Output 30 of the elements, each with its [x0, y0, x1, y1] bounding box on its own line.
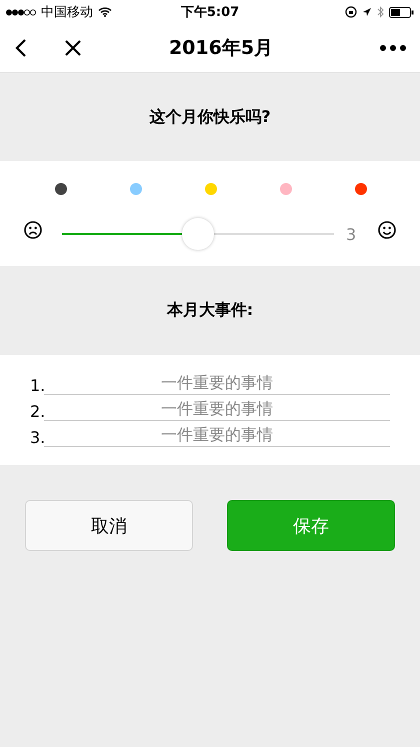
- signal-icon: [6, 8, 36, 16]
- status-time: 下午5:07: [180, 4, 240, 21]
- smiley-icon: [378, 221, 396, 239]
- question-text: 这个月你快乐吗?: [149, 106, 271, 128]
- close-icon: [64, 39, 82, 57]
- slider-value: 3: [346, 224, 358, 244]
- location-icon: [362, 7, 372, 17]
- carrier-name: 中国移动: [41, 4, 93, 21]
- color-dot[interactable]: [55, 183, 67, 195]
- rotation-lock-icon: [345, 6, 357, 18]
- list-number: 3.: [30, 428, 44, 447]
- section-title: 本月大事件:: [166, 300, 254, 321]
- list-number: 2.: [30, 402, 44, 421]
- nav-title: 2016年5月: [168, 36, 274, 61]
- more-icon: [380, 45, 406, 51]
- bluetooth-icon: [377, 6, 384, 18]
- event-input[interactable]: 一件重要的事情: [44, 399, 390, 421]
- event-input[interactable]: 一件重要的事情: [44, 373, 390, 395]
- wifi-icon: [98, 7, 112, 17]
- sad-face-icon: [24, 221, 42, 239]
- cancel-button[interactable]: 取消: [25, 500, 193, 551]
- color-dot[interactable]: [280, 183, 292, 195]
- color-dot[interactable]: [130, 183, 142, 195]
- color-dot[interactable]: [205, 183, 217, 195]
- list-number: 1.: [30, 376, 44, 395]
- mood-slider[interactable]: [62, 217, 334, 251]
- battery-icon: [389, 6, 414, 18]
- event-input[interactable]: 一件重要的事情: [44, 425, 390, 447]
- slider-thumb[interactable]: [182, 218, 214, 250]
- color-dot[interactable]: [355, 183, 367, 195]
